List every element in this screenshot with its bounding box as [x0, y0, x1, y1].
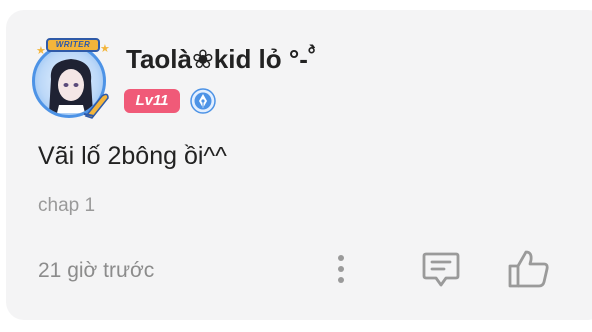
quill-pen-icon: [83, 93, 109, 119]
comment-text: Vãi lố 2bông ồi^^: [38, 142, 227, 170]
star-icon: ★: [100, 43, 110, 55]
level-badge: Lv11: [124, 89, 180, 113]
chapter-link[interactable]: chap 1: [38, 195, 95, 217]
avatar[interactable]: WRITER ★ ★: [30, 38, 114, 122]
author-name[interactable]: Taolà❀kid lỏ °-˚̀: [126, 44, 317, 75]
reply-message-icon[interactable]: [420, 248, 462, 290]
thumbs-up-icon[interactable]: [506, 248, 552, 290]
more-vertical-icon[interactable]: [328, 252, 354, 286]
star-icon: ★: [36, 45, 46, 57]
timestamp: 21 giờ trước: [38, 259, 155, 282]
writer-badge: WRITER: [46, 38, 100, 52]
pen-nib-icon: [190, 88, 216, 114]
